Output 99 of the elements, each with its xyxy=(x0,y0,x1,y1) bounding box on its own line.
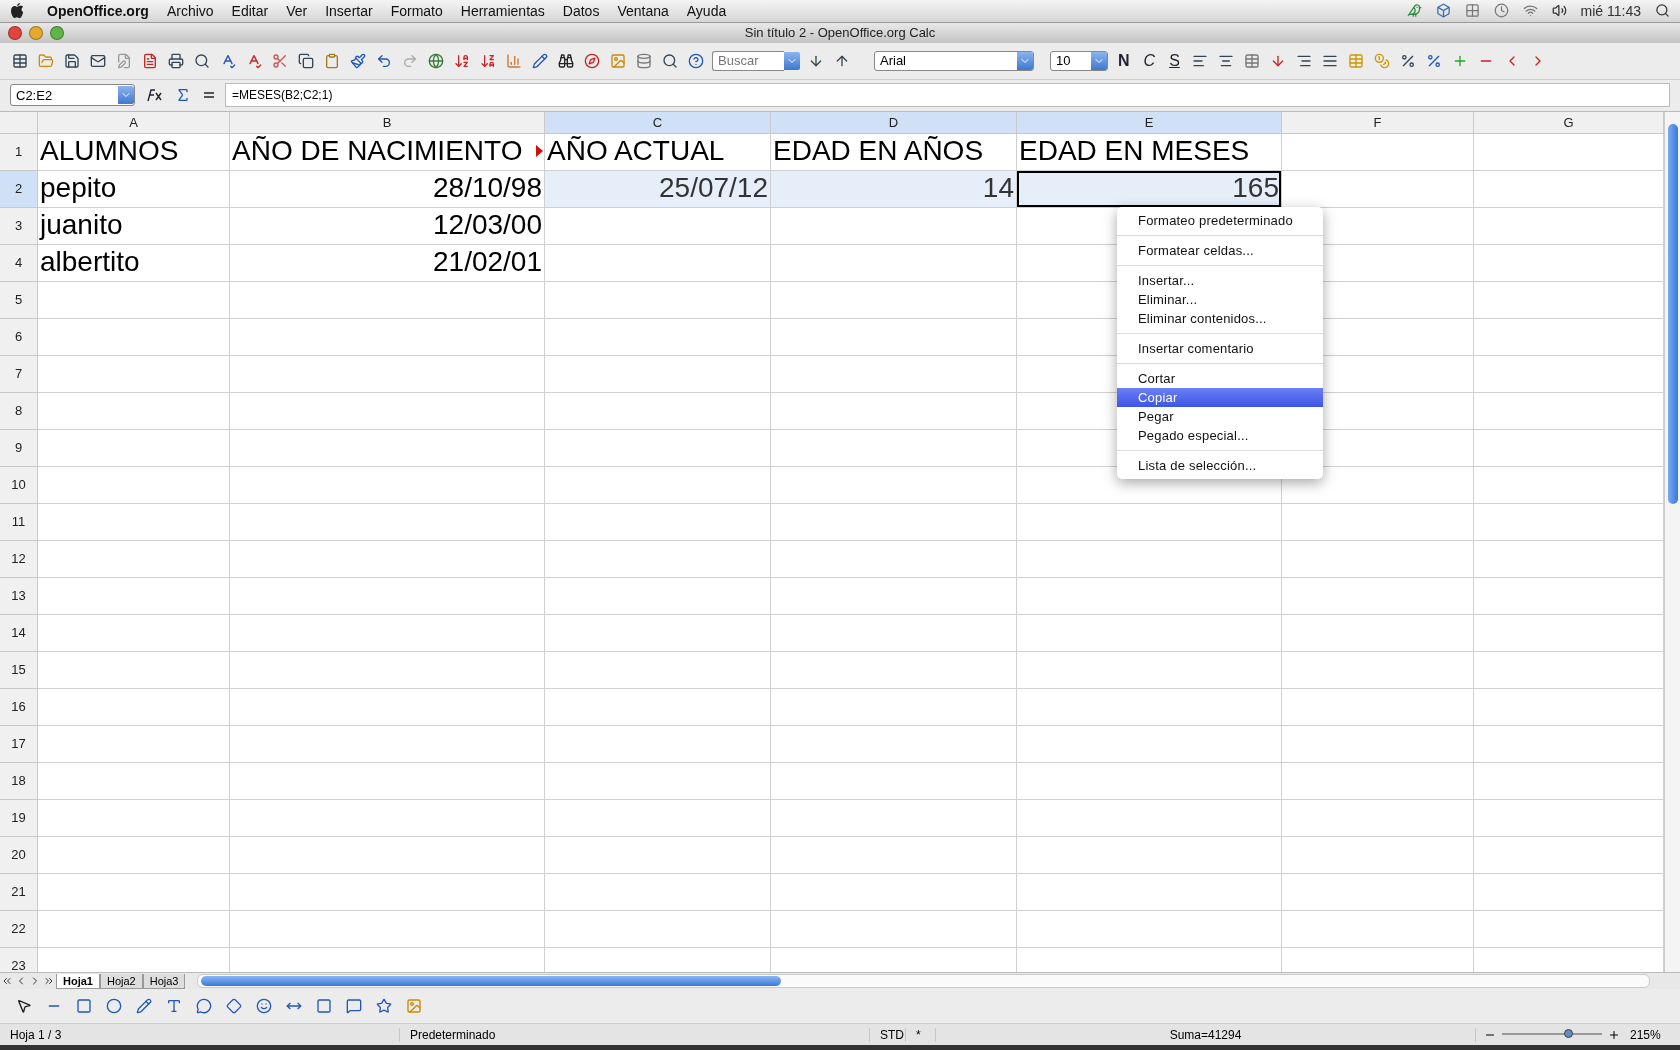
horizontal-scrollbar[interactable] xyxy=(197,974,1650,989)
context-menu-item[interactable]: Copiar xyxy=(1117,388,1323,407)
row-header[interactable]: 17 xyxy=(0,725,38,763)
sheet-indicator: Hoja 1 / 3 xyxy=(0,1027,400,1042)
context-menu-item[interactable]: Lista de selección... xyxy=(1117,456,1323,475)
menu-item[interactable]: Datos xyxy=(553,2,609,19)
column-header[interactable]: D xyxy=(771,111,1017,134)
row-header[interactable]: 7 xyxy=(0,355,38,393)
row-header[interactable]: 21 xyxy=(0,873,38,911)
table-cell-text: 21/02/01 xyxy=(432,245,543,280)
row-header[interactable]: 20 xyxy=(0,836,38,874)
context-menu-item[interactable]: Pegado especial... xyxy=(1117,426,1323,445)
clock-text: mié 11:43 xyxy=(1580,2,1641,19)
zoom-percent: 215% xyxy=(1629,1027,1662,1042)
vertical-scrollbar[interactable] xyxy=(1664,111,1680,973)
column-header[interactable]: C xyxy=(545,111,771,134)
context-menu-item[interactable]: Eliminar... xyxy=(1117,290,1323,309)
row-header[interactable]: 13 xyxy=(0,577,38,615)
menu-item[interactable]: Insertar xyxy=(316,2,382,19)
table-cell-text: EDAD EN MESES xyxy=(1018,134,1251,169)
page-style-label: Predeterminado xyxy=(400,1027,870,1042)
app-menu[interactable]: OpenOffice.org xyxy=(38,2,158,19)
column-header[interactable]: E xyxy=(1017,111,1282,134)
row-header[interactable]: 15 xyxy=(0,651,38,689)
row-header[interactable]: 19 xyxy=(0,799,38,837)
context-menu-item[interactable]: Eliminar contenidos... xyxy=(1117,309,1323,328)
menu-item[interactable]: Formato xyxy=(381,2,452,19)
minimize-button[interactable] xyxy=(29,25,43,40)
table-cell-text: 12/03/00 xyxy=(432,208,543,243)
table-cell-text: ALUMNOS xyxy=(39,134,180,169)
row-header[interactable]: 4 xyxy=(0,244,38,282)
table-cell-text: 28/10/98 xyxy=(432,171,543,206)
table-cell: 25/07/12 xyxy=(545,170,770,207)
row-header[interactable]: 1 xyxy=(0,133,38,171)
table-cell-text: pepito xyxy=(39,171,118,206)
column-header[interactable]: F xyxy=(1282,111,1474,134)
row-header[interactable]: 9 xyxy=(0,429,38,467)
column-header[interactable]: A xyxy=(38,111,230,134)
selection-mode-label: STD xyxy=(870,1027,906,1042)
row-header[interactable]: 2 xyxy=(0,170,38,208)
menu-item[interactable]: Ver xyxy=(277,2,317,19)
context-menu-item[interactable]: Cortar xyxy=(1117,369,1323,388)
bold-button[interactable]: N xyxy=(1114,51,1134,70)
column-header[interactable]: B xyxy=(230,111,545,134)
row-header[interactable]: 12 xyxy=(0,540,38,578)
font-name-dropdown[interactable]: Arial xyxy=(874,50,1034,71)
row-header[interactable]: 8 xyxy=(0,392,38,430)
table-cell: AÑO DE NACIMIENTO xyxy=(230,133,544,170)
search-field[interactable]: Buscar xyxy=(712,50,784,71)
sheet-tab[interactable]: Hoja2 xyxy=(99,973,143,989)
sheet-tab[interactable]: Hoja1 xyxy=(56,973,100,989)
table-cell-text: AÑO ACTUAL xyxy=(546,134,726,169)
formula-field[interactable]: =MESES(B2;C2;1) xyxy=(225,83,1670,108)
modified-indicator: * xyxy=(906,1027,936,1042)
menu-item[interactable]: Ayuda xyxy=(677,2,736,19)
menu-item[interactable]: Archivo xyxy=(157,2,223,19)
context-menu-item[interactable]: Insertar comentario xyxy=(1117,339,1323,358)
row-header[interactable]: 10 xyxy=(0,466,38,504)
wifi-icon[interactable] xyxy=(1522,3,1538,19)
menu-item[interactable]: Herramientas xyxy=(451,2,554,19)
zoom-in-icon[interactable] xyxy=(1608,1028,1620,1041)
menu-item[interactable]: Ventana xyxy=(608,2,678,19)
row-header[interactable]: 5 xyxy=(0,281,38,319)
row-header[interactable]: 18 xyxy=(0,762,38,800)
table-cell: 165 xyxy=(1017,170,1281,207)
row-header[interactable]: 6 xyxy=(0,318,38,356)
box-icon[interactable] xyxy=(1435,3,1451,19)
context-menu-item[interactable]: Pegar xyxy=(1117,407,1323,426)
row-header[interactable]: 22 xyxy=(0,910,38,948)
window-title: Sin título 2 - OpenOffice.org Calc xyxy=(744,25,936,41)
context-menu-item[interactable]: Formatear celdas... xyxy=(1117,241,1323,260)
table-cell-text: albertito xyxy=(39,245,141,280)
table-cell: 14 xyxy=(771,170,1016,207)
search-icon[interactable] xyxy=(1655,3,1670,19)
table-cell-text: EDAD EN AÑOS xyxy=(772,134,985,169)
close-button[interactable] xyxy=(8,25,22,40)
name-box[interactable]: C2:E2 xyxy=(10,84,135,107)
menu-item[interactable]: Editar xyxy=(222,2,278,19)
context-menu-item[interactable]: Insertar... xyxy=(1117,271,1323,290)
clock-icon[interactable] xyxy=(1493,3,1509,19)
bird-icon[interactable] xyxy=(1406,3,1422,19)
sheet-tab[interactable]: Hoja3 xyxy=(142,973,186,989)
italic-button[interactable]: C xyxy=(1139,51,1160,70)
row-header[interactable]: 14 xyxy=(0,614,38,652)
grid-icon[interactable] xyxy=(1464,3,1480,19)
overflow-marker-icon xyxy=(536,144,543,157)
font-size-dropdown[interactable]: 10 xyxy=(1050,50,1108,71)
underline-button[interactable]: S xyxy=(1165,51,1184,70)
zoom-button[interactable] xyxy=(50,25,64,40)
row-header[interactable]: 11 xyxy=(0,503,38,541)
row-header[interactable]: 16 xyxy=(0,688,38,726)
row-header[interactable]: 23 xyxy=(0,947,38,973)
column-header[interactable]: G xyxy=(1474,111,1664,134)
apple-icon[interactable] xyxy=(10,2,24,19)
table-cell-text: juanito xyxy=(38,208,124,243)
sum-label: Suma=41294 xyxy=(936,1027,1476,1042)
volume-icon[interactable] xyxy=(1551,3,1567,19)
row-header[interactable]: 3 xyxy=(0,207,38,245)
context-menu-item[interactable]: Formateo predeterminado xyxy=(1117,211,1323,230)
